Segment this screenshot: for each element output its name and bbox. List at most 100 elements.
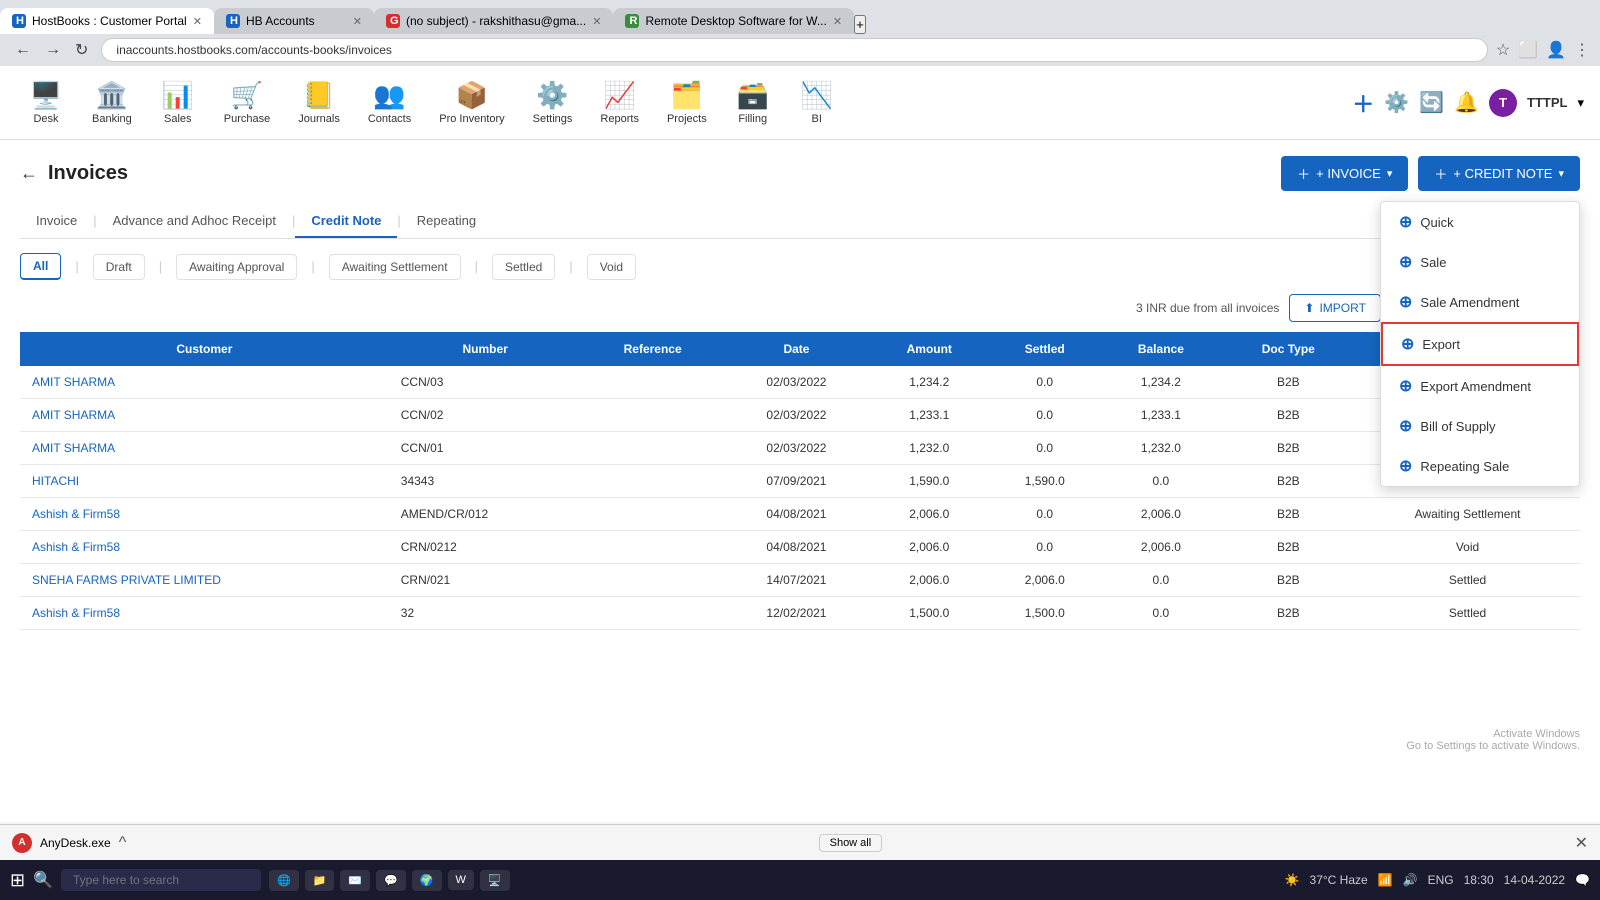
tab-4-label: Remote Desktop Software for W... <box>645 14 826 28</box>
toolbar-journals[interactable]: 📒 Journals <box>286 74 352 131</box>
credit-note-button[interactable]: ＋ + CREDIT NOTE ▾ <box>1418 156 1580 191</box>
forward-nav-button[interactable]: → <box>40 39 66 61</box>
cell-doc-type-5: B2B <box>1222 531 1356 564</box>
dropdown-sale-amendment[interactable]: ⊕ Sale Amendment <box>1381 282 1579 322</box>
toolbar-settings[interactable]: ⚙️ Settings <box>521 74 585 131</box>
toolbar-pro-inventory[interactable]: 📦 Pro Inventory <box>427 74 516 131</box>
notification-center-icon[interactable]: 🗨️ <box>1575 873 1590 887</box>
tab-credit-note[interactable]: Credit Note <box>295 205 397 238</box>
bill-of-supply-plus-icon: ⊕ <box>1399 416 1412 436</box>
dropdown-export[interactable]: ⊕ Export <box>1381 322 1579 366</box>
col-amount: Amount <box>869 332 989 366</box>
taskbar-item-word[interactable]: W <box>448 870 474 890</box>
show-all-button[interactable]: Show all <box>819 834 883 852</box>
tab-repeating[interactable]: Repeating <box>401 205 492 238</box>
toolbar-projects[interactable]: 🗂️ Projects <box>655 74 719 131</box>
toolbar-desk[interactable]: 🖥️ Desk <box>16 74 76 131</box>
volume-icon[interactable]: 🔊 <box>1403 873 1418 887</box>
tab-1-close[interactable]: ✕ <box>193 15 202 28</box>
cell-customer-3[interactable]: HITACHI <box>20 465 389 498</box>
bookmark-icon[interactable]: ☆ <box>1496 40 1510 60</box>
tab-advance[interactable]: Advance and Adhoc Receipt <box>97 205 292 238</box>
taskbar-item-edge[interactable]: 🌐 <box>269 870 299 891</box>
filter-awaiting-approval[interactable]: Awaiting Approval <box>176 254 297 280</box>
cell-customer-5[interactable]: Ashish & Firm58 <box>20 531 389 564</box>
search-row: 3 INR due from all invoices ⬆ IMPORT ⬇ E… <box>20 294 1580 322</box>
search-taskbar-button[interactable]: 🔍 <box>33 870 53 890</box>
dropdown-sale-amendment-label: Sale Amendment <box>1420 295 1519 310</box>
company-dropdown-icon[interactable]: ▾ <box>1577 95 1584 111</box>
cell-customer-4[interactable]: Ashish & Firm58 <box>20 498 389 531</box>
tab-4-favicon: R <box>625 14 639 28</box>
invoice-label: + INVOICE <box>1316 166 1381 181</box>
tab-1[interactable]: H HostBooks : Customer Portal ✕ <box>0 8 214 34</box>
browser-tabs: H HostBooks : Customer Portal ✕ H HB Acc… <box>0 0 1600 34</box>
tab-4[interactable]: R Remote Desktop Software for W... ✕ <box>613 8 854 34</box>
import-button[interactable]: ⬆ IMPORT <box>1289 294 1381 322</box>
toolbar-contacts[interactable]: 👥 Contacts <box>356 74 423 131</box>
toolbar-filling[interactable]: 🗃️ Filling <box>723 74 783 131</box>
dropdown-sale[interactable]: ⊕ Sale <box>1381 242 1579 282</box>
filter-all[interactable]: All <box>20 253 61 280</box>
tab-3-close[interactable]: ✕ <box>592 15 601 28</box>
reload-button[interactable]: ↻ <box>70 38 93 62</box>
dropdown-repeating-sale[interactable]: ⊕ Repeating Sale <box>1381 446 1579 486</box>
sync-button[interactable]: 🔄 <box>1419 90 1444 115</box>
cell-amount-2: 1,232.0 <box>869 432 989 465</box>
dropdown-quick[interactable]: ⊕ Quick <box>1381 202 1579 242</box>
filter-settled[interactable]: Settled <box>492 254 555 280</box>
toolbar-purchase[interactable]: 🛒 Purchase <box>212 74 282 131</box>
toolbar-sales[interactable]: 📊 Sales <box>148 74 208 131</box>
invoice-button[interactable]: ＋ + INVOICE ▾ <box>1281 156 1408 191</box>
anydesk-close-button[interactable]: ✕ <box>1575 833 1588 853</box>
tab-3[interactable]: G (no subject) - rakshithasu@gma... ✕ <box>374 8 613 34</box>
cell-amount-5: 2,006.0 <box>869 531 989 564</box>
taskbar-item-mail[interactable]: ✉️ <box>340 870 370 891</box>
credit-note-dropdown-arrow: ▾ <box>1558 167 1564 180</box>
back-button[interactable]: ← <box>20 163 38 184</box>
anydesk-expand-button[interactable]: ^ <box>119 834 127 852</box>
tab-2-close[interactable]: ✕ <box>353 15 362 28</box>
taskbar-item-teams[interactable]: 💬 <box>376 870 406 891</box>
cell-customer-2[interactable]: AMIT SHARMA <box>20 432 389 465</box>
filter-row: All | Draft | Awaiting Approval | Awaiti… <box>20 253 1580 280</box>
new-tab-button[interactable]: + <box>854 15 866 34</box>
back-nav-button[interactable]: ← <box>10 39 36 61</box>
import-label: IMPORT <box>1319 301 1365 315</box>
menu-icon[interactable]: ⋮ <box>1574 40 1590 60</box>
cell-customer-0[interactable]: AMIT SHARMA <box>20 366 389 399</box>
add-button[interactable]: ＋ <box>1352 87 1374 119</box>
cell-date-3: 07/09/2021 <box>724 465 870 498</box>
taskbar-search-input[interactable] <box>61 869 261 891</box>
cell-date-6: 14/07/2021 <box>724 564 870 597</box>
taskbar-item-chrome[interactable]: 🌍 <box>412 870 442 891</box>
dropdown-export-amendment[interactable]: ⊕ Export Amendment <box>1381 366 1579 406</box>
network-icon[interactable]: 📶 <box>1378 873 1393 887</box>
cell-customer-7[interactable]: Ashish & Firm58 <box>20 597 389 630</box>
toolbar-banking[interactable]: 🏛️ Banking <box>80 74 144 131</box>
toolbar-reports[interactable]: 📈 Reports <box>588 74 651 131</box>
cell-customer-6[interactable]: SNEHA FARMS PRIVATE LIMITED <box>20 564 389 597</box>
url-bar[interactable] <box>101 38 1487 62</box>
notification-button[interactable]: 🔔 <box>1454 90 1479 115</box>
filter-draft[interactable]: Draft <box>93 254 145 280</box>
filter-void[interactable]: Void <box>587 254 636 280</box>
toolbar-bi[interactable]: 📉 BI <box>787 74 847 131</box>
tab-invoice[interactable]: Invoice <box>20 205 93 238</box>
taskbar-item-folder[interactable]: 📁 <box>305 870 335 891</box>
tab-2[interactable]: H HB Accounts ✕ <box>214 8 374 34</box>
user-avatar[interactable]: T <box>1489 89 1517 117</box>
gear-button[interactable]: ⚙️ <box>1384 90 1409 115</box>
start-button[interactable]: ⊞ <box>10 870 25 891</box>
activate-windows-watermark: Activate Windows Go to Settings to activ… <box>1406 728 1580 752</box>
tab-4-close[interactable]: ✕ <box>833 15 842 28</box>
extension-icon[interactable]: ⬜ <box>1518 40 1538 60</box>
dropdown-bill-of-supply[interactable]: ⊕ Bill of Supply <box>1381 406 1579 446</box>
profile-icon[interactable]: 👤 <box>1546 40 1566 60</box>
filter-awaiting-settlement[interactable]: Awaiting Settlement <box>329 254 461 280</box>
cell-balance-2: 1,232.0 <box>1100 432 1221 465</box>
taskbar-item-remote[interactable]: 🖥️ <box>480 870 510 891</box>
cell-customer-1[interactable]: AMIT SHARMA <box>20 399 389 432</box>
weather-text: 37°C Haze <box>1310 873 1368 887</box>
cell-doc-type-0: B2B <box>1222 366 1356 399</box>
